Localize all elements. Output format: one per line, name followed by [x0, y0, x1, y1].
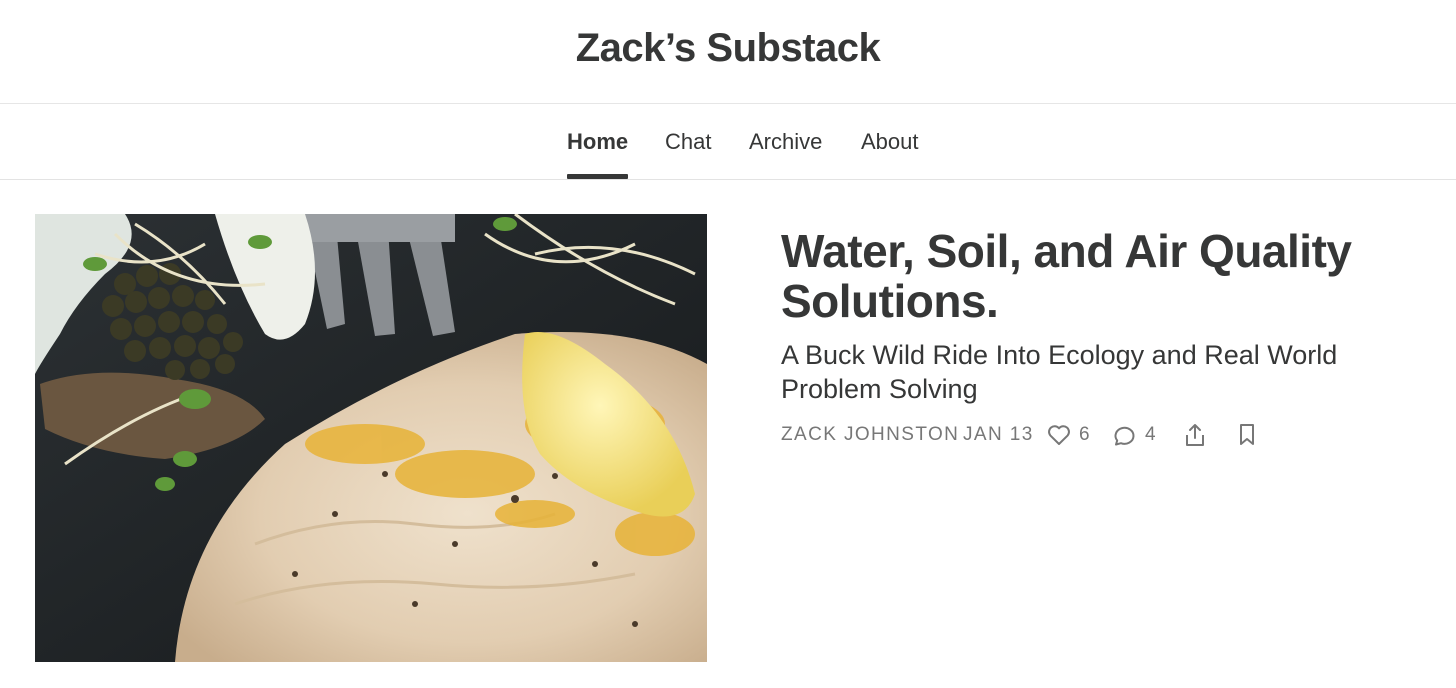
post-title[interactable]: Water, Soil, and Air Quality Solutions.	[781, 226, 1421, 326]
share-icon	[1186, 424, 1204, 446]
post-subtitle: A Buck Wild Ride Into Ecology and Real W…	[781, 340, 1338, 404]
bookmark-icon	[1240, 424, 1254, 445]
nav-item-about[interactable]: About	[861, 129, 919, 155]
nav-item-home[interactable]: Home	[567, 129, 628, 155]
comment-button[interactable]: 4	[1113, 420, 1156, 450]
comment-count: 4	[1145, 424, 1156, 445]
comment-icon	[1114, 426, 1135, 446]
masthead: Zack’s Substack	[0, 0, 1456, 104]
nav-item-chat[interactable]: Chat	[665, 129, 711, 155]
like-button[interactable]: 6	[1047, 420, 1090, 450]
share-button[interactable]	[1183, 420, 1207, 450]
main-nav: Home Chat Archive About	[0, 104, 1456, 180]
hero-food-illustration	[35, 214, 707, 662]
nav-item-archive[interactable]: Archive	[749, 129, 822, 155]
post-meta: ZACK JOHNSTON JAN 13 6 4	[781, 420, 1381, 450]
active-tab-indicator	[567, 174, 628, 179]
post-date: JAN 13	[963, 424, 1034, 445]
post-author[interactable]: ZACK JOHNSTON	[781, 420, 959, 450]
like-count: 6	[1079, 424, 1090, 445]
publication-title[interactable]: Zack’s Substack	[0, 26, 1456, 71]
bookmark-button[interactable]	[1236, 420, 1258, 450]
heart-icon	[1048, 425, 1070, 445]
post-hero-image[interactable]	[35, 214, 707, 662]
